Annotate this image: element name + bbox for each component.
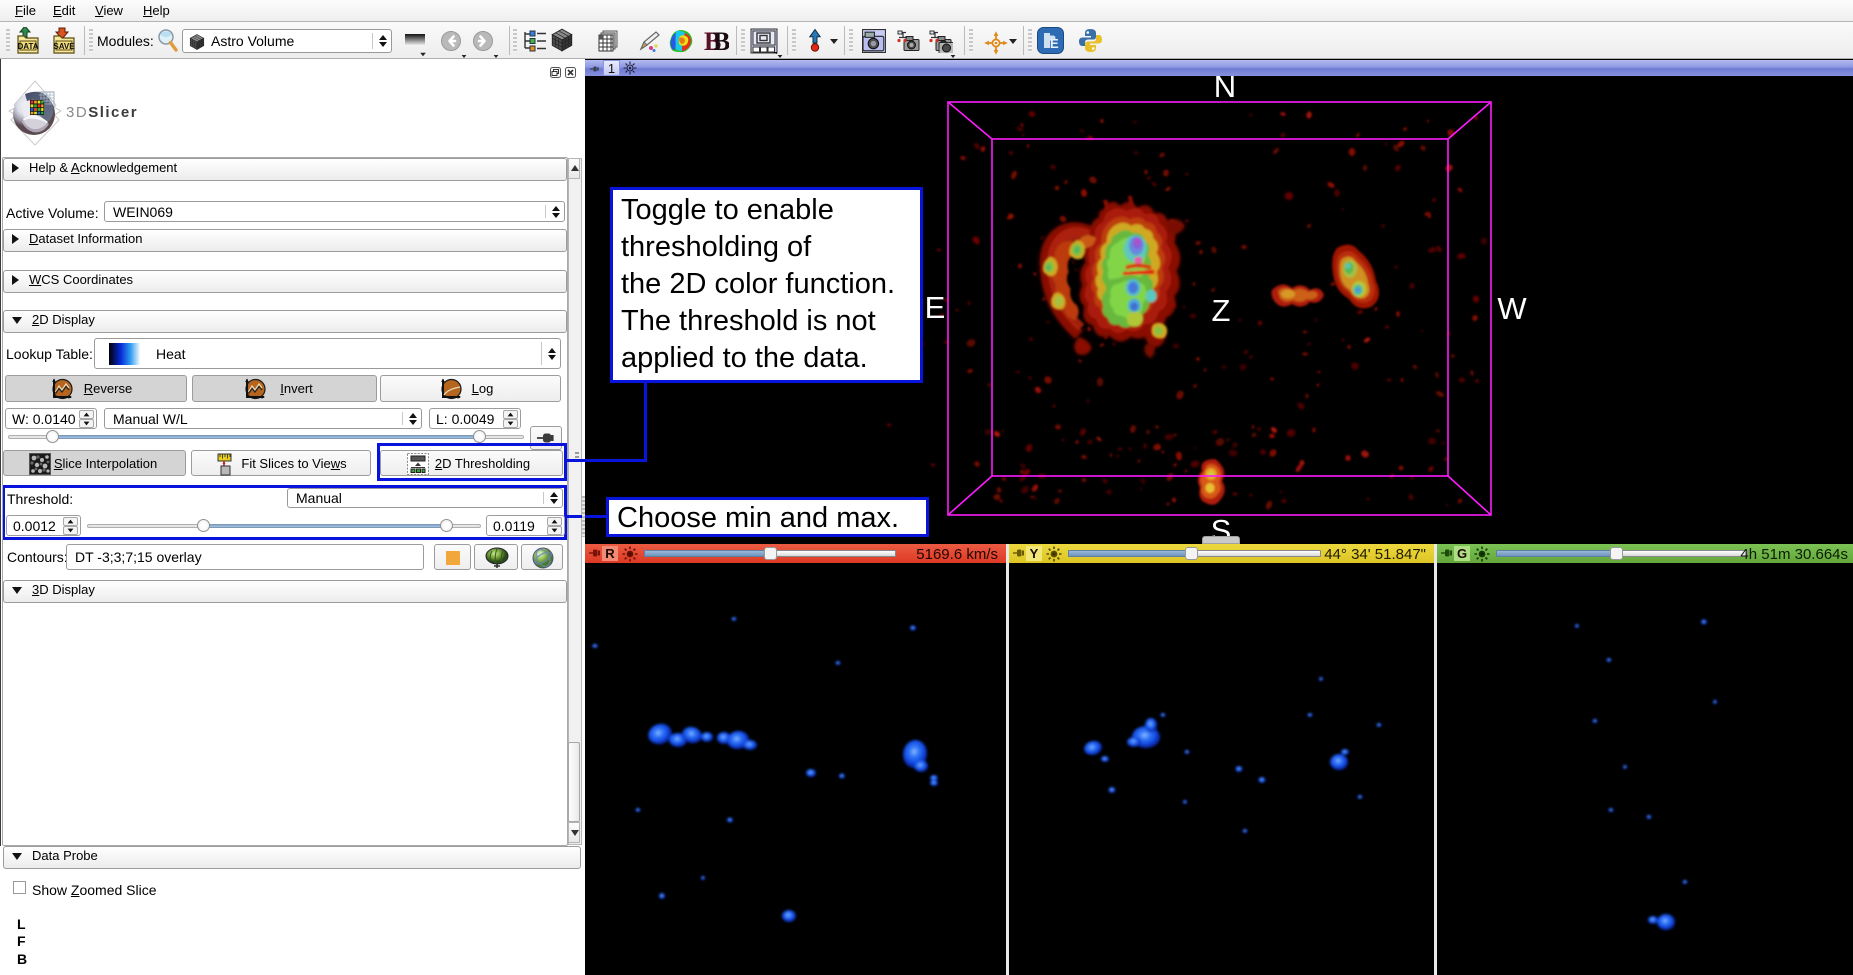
- svg-text:W: W: [1497, 291, 1527, 326]
- svg-text:DATA: DATA: [17, 42, 38, 51]
- svg-text:E: E: [1050, 36, 1059, 51]
- svg-text:SAVE: SAVE: [53, 42, 75, 51]
- svg-text:N: N: [1214, 76, 1236, 104]
- svg-text:Z: Z: [1212, 293, 1231, 328]
- svg-text:E: E: [925, 290, 946, 325]
- svg-text:B: B: [713, 28, 729, 54]
